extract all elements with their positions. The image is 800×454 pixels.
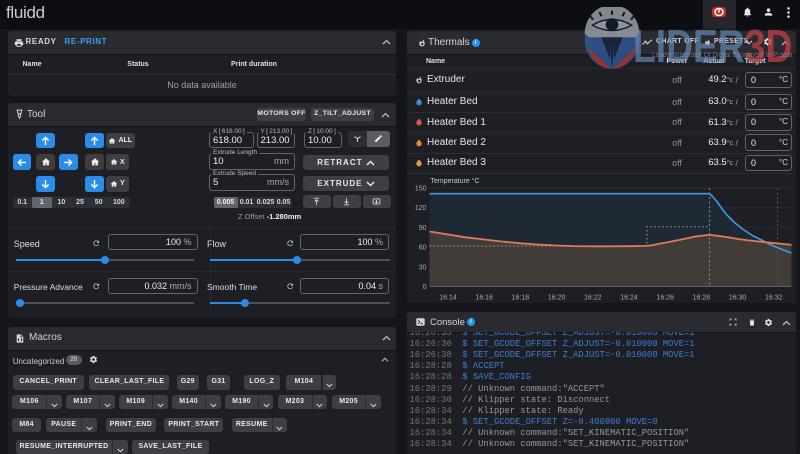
svg-text:60: 60 bbox=[418, 245, 426, 252]
svg-text:16:30: 16:30 bbox=[728, 295, 746, 302]
svg-text:16:22: 16:22 bbox=[584, 295, 602, 302]
svg-text:16:16: 16:16 bbox=[475, 295, 493, 302]
svg-text:30: 30 bbox=[418, 264, 426, 271]
svg-text:90: 90 bbox=[418, 225, 426, 232]
svg-text:Temperature °C: Temperature °C bbox=[430, 177, 479, 185]
svg-text:16:32: 16:32 bbox=[765, 295, 783, 302]
svg-text:0: 0 bbox=[422, 284, 426, 291]
svg-text:16:14: 16:14 bbox=[439, 295, 457, 302]
svg-text:16:18: 16:18 bbox=[511, 295, 529, 302]
svg-text:16:28: 16:28 bbox=[692, 295, 710, 302]
svg-text:16:26: 16:26 bbox=[656, 295, 674, 302]
svg-text:120: 120 bbox=[414, 205, 426, 212]
svg-text:16:24: 16:24 bbox=[620, 295, 638, 302]
svg-text:150: 150 bbox=[414, 186, 426, 193]
svg-text:16:20: 16:20 bbox=[547, 295, 565, 302]
